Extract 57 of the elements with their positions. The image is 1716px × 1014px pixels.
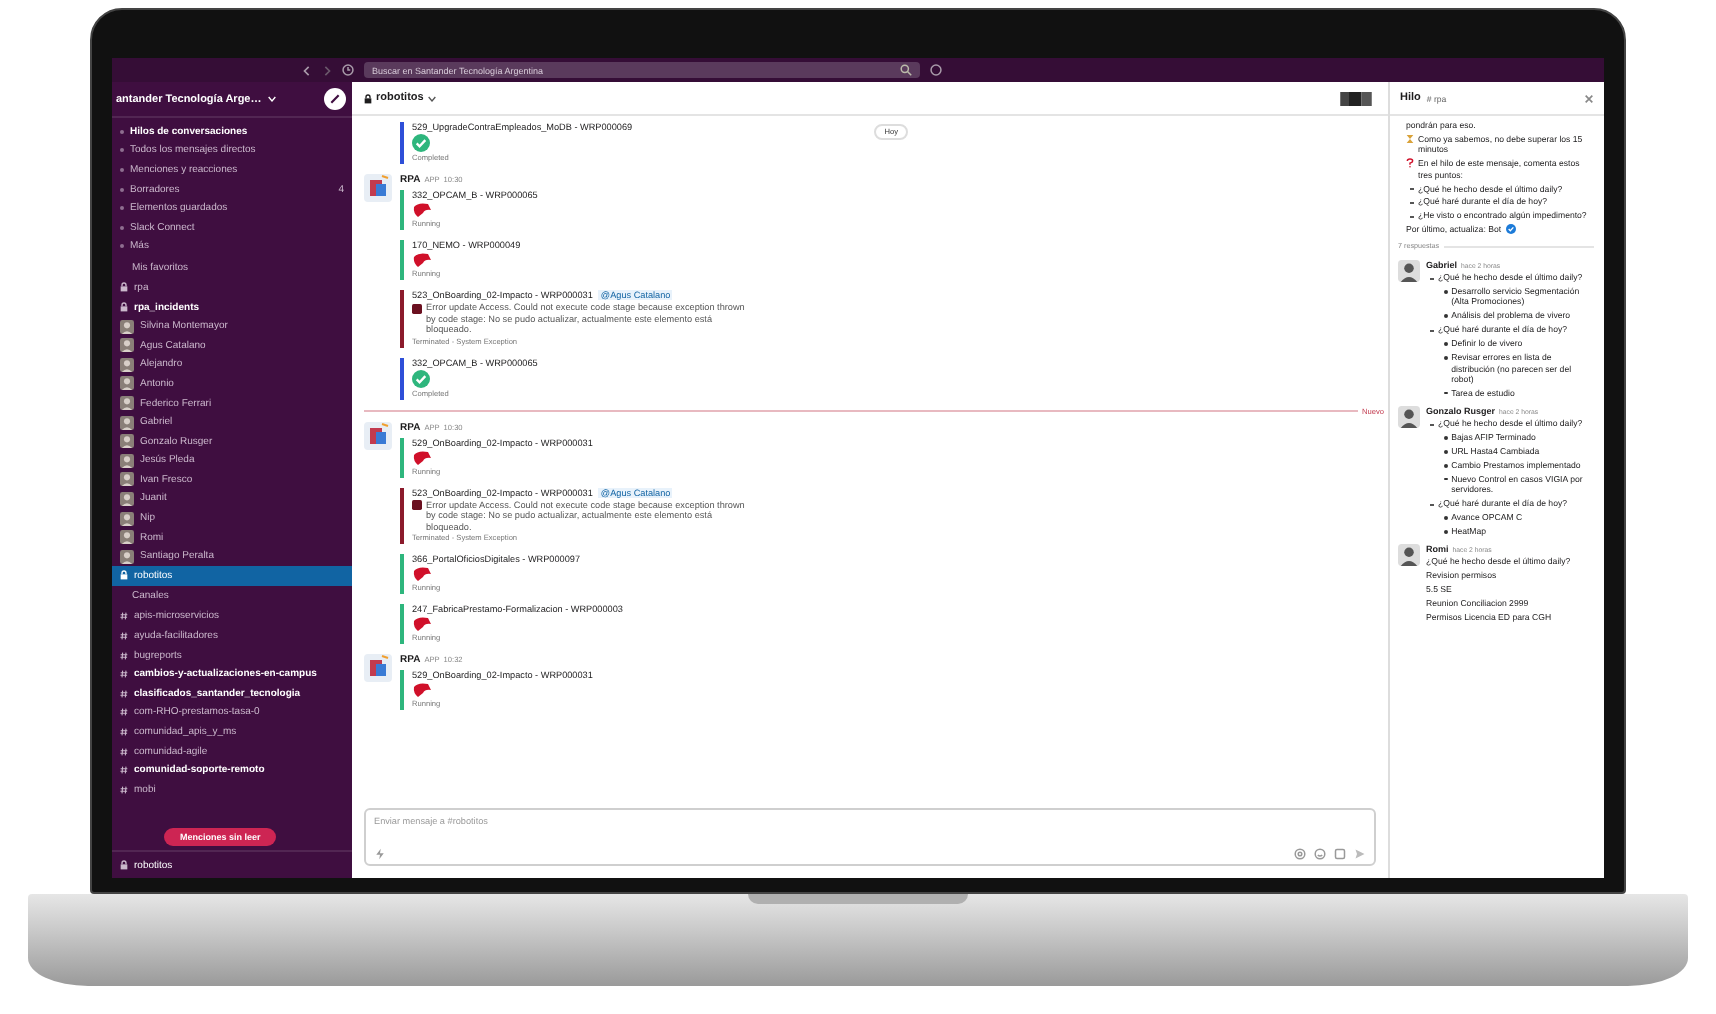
running-icon	[412, 566, 432, 582]
avatar-icon	[120, 549, 134, 564]
user-avatar-icon	[1398, 405, 1420, 428]
running-icon	[412, 616, 432, 632]
running-icon	[412, 682, 432, 698]
member-avatars-icon[interactable]	[1340, 91, 1372, 105]
hash-icon	[120, 766, 128, 775]
caret-icon[interactable]	[427, 95, 436, 101]
check-circle-icon	[412, 369, 430, 387]
close-icon[interactable]	[1584, 93, 1594, 103]
lock-icon	[364, 93, 372, 103]
running-icon	[412, 449, 432, 465]
avatar-icon	[120, 472, 134, 487]
attach-icon[interactable]	[1334, 848, 1346, 860]
bolt-icon[interactable]	[374, 848, 386, 860]
user-avatar-icon	[1398, 543, 1420, 566]
running-icon	[412, 252, 432, 268]
hash-icon	[120, 747, 128, 756]
hash-icon	[120, 708, 128, 717]
running-icon	[412, 202, 432, 218]
lock-icon	[120, 302, 128, 313]
avatar-icon	[120, 530, 134, 545]
hash-icon	[120, 612, 128, 621]
user-avatar-icon	[1398, 259, 1420, 282]
hash-icon	[120, 689, 128, 698]
hash-icon	[120, 728, 128, 737]
avatar-icon	[120, 319, 134, 334]
avatar-icon	[120, 434, 134, 449]
avatar-icon	[120, 453, 134, 468]
hash-icon	[120, 785, 128, 794]
avatar-icon	[120, 338, 134, 353]
avatar-icon	[120, 491, 134, 506]
avatar-icon	[120, 415, 134, 430]
error-icon	[412, 303, 422, 313]
at-icon[interactable]	[1294, 848, 1306, 860]
question-mark-icon	[1406, 158, 1414, 169]
hash-icon	[120, 670, 128, 679]
avatar-icon	[120, 357, 134, 372]
avatar-icon	[120, 376, 134, 391]
compose-icon[interactable]	[324, 88, 346, 110]
bot-avatar-icon	[364, 421, 392, 449]
hash-icon	[120, 632, 128, 641]
avatar-icon	[120, 396, 134, 411]
emoji-icon[interactable]	[1314, 848, 1326, 860]
error-icon	[412, 500, 422, 510]
lock-icon	[120, 570, 128, 581]
lock-icon	[120, 282, 128, 293]
search-icon	[900, 64, 912, 76]
hash-icon	[120, 651, 128, 660]
check-circle-icon	[412, 134, 430, 152]
avatar-icon	[120, 511, 134, 526]
hourglass-icon	[1406, 133, 1414, 144]
bot-avatar-icon	[364, 174, 392, 202]
check-badge-icon	[1505, 224, 1516, 235]
lock-icon	[120, 860, 128, 870]
history-icon[interactable]	[342, 64, 354, 76]
bot-avatar-icon	[364, 654, 392, 682]
